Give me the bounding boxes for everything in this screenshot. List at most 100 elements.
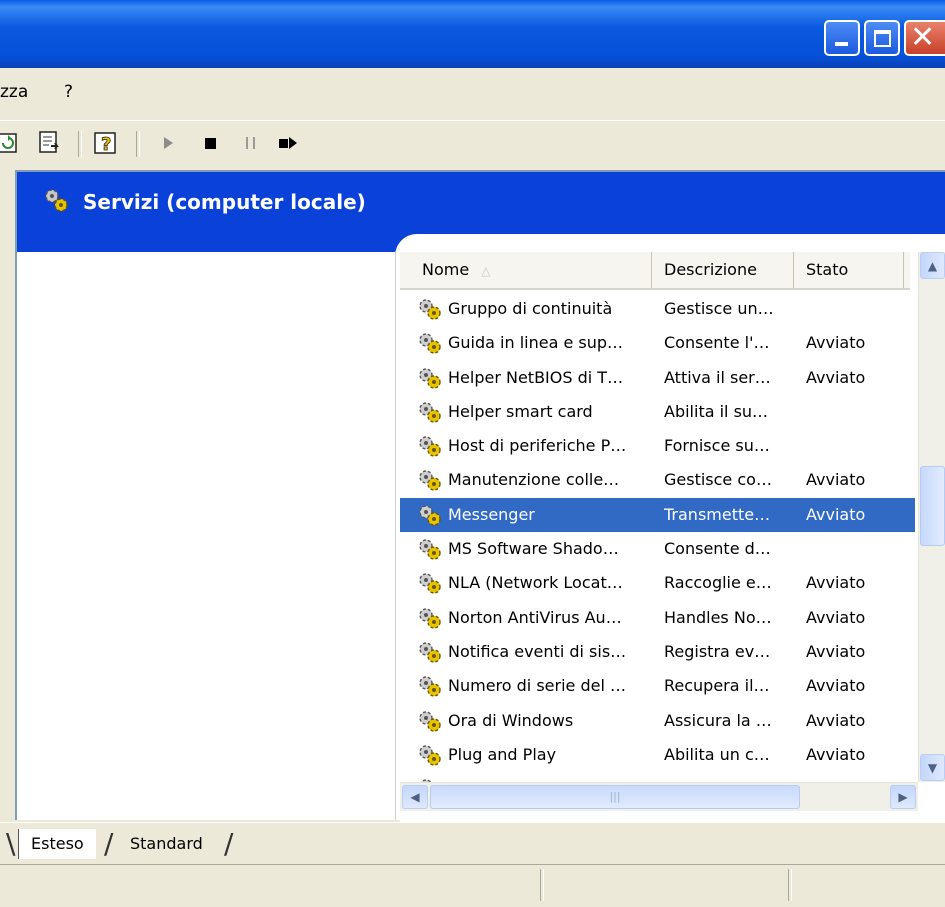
column-header-stato[interactable]: Stato bbox=[794, 252, 904, 288]
service-name: Messenger bbox=[448, 504, 535, 524]
service-description: Fornisce su… bbox=[664, 772, 794, 782]
vertical-scroll-thumb[interactable] bbox=[920, 466, 945, 546]
service-gear-icon bbox=[419, 745, 441, 766]
service-name: Notifica eventi di sis… bbox=[448, 641, 627, 661]
status-divider bbox=[788, 869, 792, 901]
list-item[interactable]: Guida in linea e sup… Consente l'… Avviato bbox=[400, 326, 915, 360]
column-header-descrizione[interactable]: Descrizione bbox=[652, 252, 794, 288]
service-status: Avviato bbox=[806, 333, 866, 353]
service-status: Avviato bbox=[806, 504, 866, 524]
service-description: Raccoglie e… bbox=[664, 573, 772, 593]
service-name: Numero di serie del … bbox=[448, 676, 626, 696]
service-status: Avviato bbox=[806, 744, 866, 764]
service-description: Transmette… bbox=[664, 504, 771, 524]
stop-service-button[interactable] bbox=[196, 129, 224, 157]
service-status: Avviato bbox=[806, 676, 866, 696]
service-description: Gestisce co… bbox=[664, 470, 772, 490]
service-description: Recupera il… bbox=[664, 676, 770, 696]
service-description: Assicura la … bbox=[664, 710, 772, 730]
tab-edge: / bbox=[224, 827, 234, 860]
services-list: Nome △ Descrizione Stato Gruppo di contin… bbox=[400, 252, 945, 826]
list-item[interactable]: Host di periferiche P… Fornisce su… bbox=[400, 429, 915, 463]
horizontal-scroll-thumb[interactable]: ||| bbox=[430, 785, 800, 809]
service-description: Abilita un c… bbox=[664, 744, 770, 764]
status-divider bbox=[540, 869, 544, 901]
list-header: Nome △ Descrizione Stato bbox=[400, 252, 910, 290]
description-pane bbox=[17, 252, 396, 820]
help-icon: ? bbox=[94, 132, 116, 155]
export-list-icon bbox=[39, 131, 59, 153]
service-gear-icon bbox=[419, 539, 441, 560]
column-header-nome[interactable]: Nome △ bbox=[400, 252, 652, 288]
chevron-left-icon: ◀ bbox=[410, 790, 420, 804]
chevron-down-icon: ▼ bbox=[927, 760, 938, 775]
service-status: Avviato bbox=[806, 710, 866, 730]
service-gear-icon bbox=[419, 367, 441, 389]
service-name: Gruppo di continuità bbox=[448, 299, 613, 318]
minimize-icon bbox=[835, 42, 848, 46]
list-item[interactable]: Numero di serie del … Recupera il… Avviato bbox=[400, 669, 915, 703]
list-item[interactable]: Gruppo di continuità Gestisce un… bbox=[400, 292, 915, 326]
menu-bar: zza ? bbox=[0, 74, 945, 114]
list-item[interactable]: Messenger Transmette… Avviato bbox=[400, 497, 915, 533]
horizontal-scrollbar[interactable]: ◀ ||| ▶ bbox=[400, 782, 918, 811]
menu-item-view[interactable]: zza bbox=[0, 82, 28, 102]
list-item[interactable]: Ora di Windows Assicura la … Avviato bbox=[400, 704, 915, 738]
list-item[interactable]: Provider supporto p… Fornisce su… bbox=[400, 772, 915, 782]
tab-esteso[interactable]: Esteso bbox=[18, 829, 96, 859]
service-description: Consente d… bbox=[664, 539, 771, 559]
svg-text:?: ? bbox=[101, 134, 111, 155]
menu-item-help[interactable]: ? bbox=[64, 82, 73, 102]
minimize-button[interactable] bbox=[824, 20, 860, 56]
service-status: Avviato bbox=[806, 367, 866, 387]
list-item[interactable]: Helper smart card Abilita il su… bbox=[400, 395, 915, 429]
service-gear-icon bbox=[419, 299, 441, 320]
service-name: Plug and Play bbox=[448, 744, 557, 764]
service-gear-icon bbox=[419, 333, 441, 354]
pause-service-button[interactable] bbox=[236, 129, 264, 157]
list-item[interactable]: Norton AntiVirus Au… Handles No… Avviato bbox=[400, 601, 915, 635]
service-name: MS Software Shado… bbox=[448, 539, 619, 559]
service-name: Ora di Windows bbox=[448, 710, 574, 730]
restart-service-button[interactable] bbox=[274, 129, 302, 157]
vertical-scrollbar[interactable]: ▲ ▼ bbox=[918, 252, 945, 782]
maximize-button[interactable] bbox=[864, 20, 900, 56]
close-button[interactable]: ✕ bbox=[904, 20, 945, 56]
service-description: Fornisce su… bbox=[664, 436, 770, 456]
service-name: Provider supporto p… bbox=[448, 772, 658, 782]
restart-service-icon bbox=[279, 137, 297, 149]
help-button[interactable]: ? bbox=[92, 129, 120, 157]
toolbar-separator bbox=[78, 131, 82, 157]
list-item[interactable]: Plug and Play Abilita un c… Avviato bbox=[400, 738, 915, 772]
toolbar: ? bbox=[0, 120, 945, 167]
chevron-up-icon: ▲ bbox=[927, 258, 938, 273]
service-name: NLA (Network Locat… bbox=[448, 573, 623, 593]
view-tabs: \ Esteso / Standard / bbox=[0, 822, 945, 863]
export-list-button[interactable] bbox=[36, 129, 64, 157]
service-name: Helper NetBIOS di T… bbox=[448, 367, 624, 387]
services-gear-icon bbox=[45, 189, 68, 212]
service-status: Avviato bbox=[806, 573, 866, 593]
sort-ascending-icon: △ bbox=[481, 264, 491, 278]
tab-edge: \ bbox=[6, 827, 16, 860]
tab-standard[interactable]: Standard bbox=[118, 829, 215, 859]
title-bar: ✕ bbox=[0, 0, 945, 68]
maximize-icon bbox=[874, 30, 891, 47]
service-name: Helper smart card bbox=[448, 401, 593, 421]
list-item[interactable]: Manutenzione colle… Gestisce co… Avviato bbox=[400, 463, 915, 497]
scroll-up-button[interactable]: ▲ bbox=[920, 252, 945, 279]
start-service-icon bbox=[163, 137, 173, 149]
list-item[interactable]: Helper NetBIOS di T… Attiva il ser… Avviat… bbox=[400, 361, 915, 395]
start-service-button[interactable] bbox=[154, 129, 182, 157]
list-item[interactable]: MS Software Shado… Consente d… bbox=[400, 532, 915, 566]
scroll-right-button[interactable]: ▶ bbox=[890, 785, 916, 809]
pause-service-icon bbox=[245, 137, 255, 149]
scroll-down-button[interactable]: ▼ bbox=[920, 754, 945, 781]
service-status: Avviato bbox=[806, 607, 866, 627]
service-gear-icon bbox=[419, 470, 441, 492]
scroll-left-button[interactable]: ◀ bbox=[402, 785, 428, 809]
refresh-button[interactable] bbox=[0, 129, 22, 157]
list-item[interactable]: Notifica eventi di sis… Registra ev… Avvia… bbox=[400, 635, 915, 669]
service-name: Manutenzione colle… bbox=[448, 470, 620, 490]
list-item[interactable]: NLA (Network Locat… Raccoglie e… Avviato bbox=[400, 566, 915, 600]
